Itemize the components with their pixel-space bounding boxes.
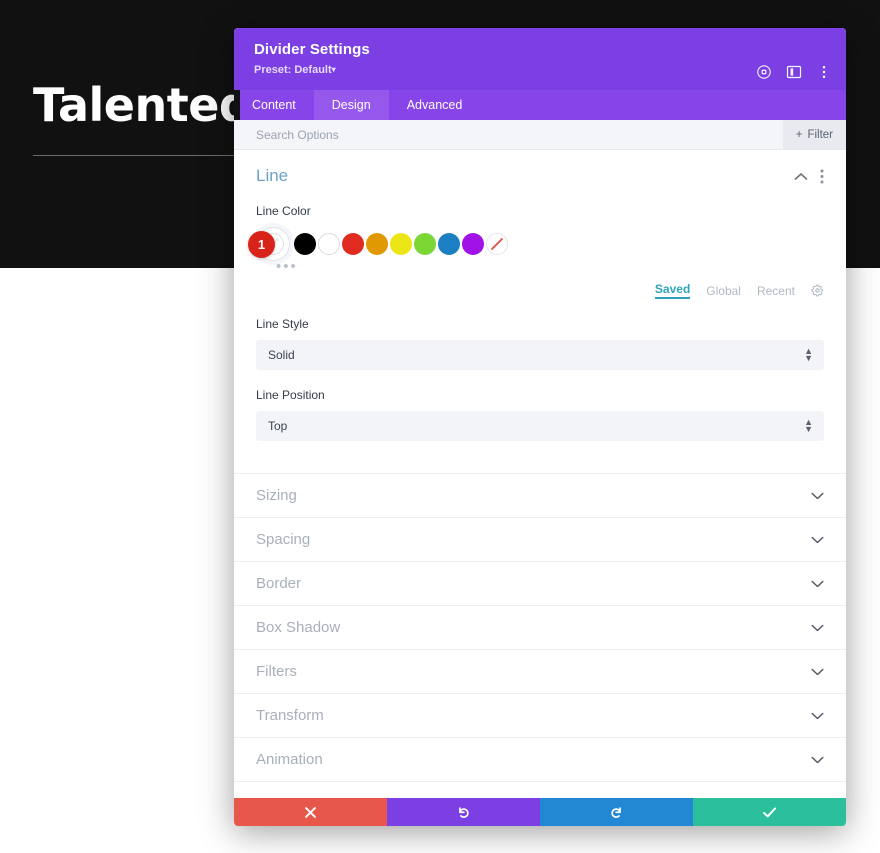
swatch-red[interactable] [342,233,364,255]
close-icon [305,806,316,818]
swatch-black[interactable] [294,233,316,255]
panel-layout-icon[interactable] [786,64,802,80]
preset-caret-icon: ▾ [331,65,336,74]
header-icon-group [756,64,832,80]
redo-button[interactable] [540,798,693,826]
chevron-down-icon [811,536,824,543]
tab-design[interactable]: Design [313,90,389,120]
step-badge-1: 1 [248,231,275,258]
accordion-label-spacing: Spacing [256,531,311,548]
line-section-header: Line [256,166,824,186]
accordion-item-border[interactable]: Border [234,562,846,606]
accordion-label-filters: Filters [256,663,297,680]
accordion-label-transform: Transform [256,707,324,724]
swatch-orange[interactable] [366,233,388,255]
undo-icon [459,806,469,818]
line-position-select-wrap: Top ▲ ▼ [256,411,824,441]
tab-advanced[interactable]: Advanced [389,90,481,120]
accordion-item-spacing[interactable]: Spacing [234,518,846,562]
modal-tab-bar: Content Design Advanced [234,90,846,120]
line-style-label: Line Style [256,317,309,331]
swatch-transparent[interactable] [486,233,508,255]
chevron-up-icon[interactable] [794,172,808,181]
swatch-yellow[interactable] [390,233,412,255]
chevron-down-icon [811,668,824,675]
tab-content[interactable]: Content [234,90,314,120]
palette-tab-global[interactable]: Global [706,284,741,298]
focus-target-icon[interactable] [756,64,772,80]
line-color-swatch-row: 1 [248,227,824,261]
filter-plus-icon: + [795,128,803,141]
modal-footer [234,798,846,826]
line-style-select-wrap: Solid ▲ ▼ [256,340,824,370]
accordion-label-box-shadow: Box Shadow [256,619,341,636]
palette-tab-recent[interactable]: Recent [757,284,795,298]
accordion-item-box-shadow[interactable]: Box Shadow [234,606,846,650]
modal-body: Line Line Color 1 ••• Saved Global Recen… [234,150,846,798]
chevron-down-icon [811,492,824,499]
filter-button-label: Filter [807,128,833,141]
chevron-down-icon [811,624,824,631]
undo-button[interactable] [387,798,540,826]
design-accordion-list: Sizing Spacing Border Box Shadow Filters… [234,473,846,782]
search-input[interactable] [234,126,783,143]
line-style-select[interactable]: Solid [256,340,824,370]
accordion-item-sizing[interactable]: Sizing [234,474,846,518]
accordion-label-sizing: Sizing [256,487,297,504]
accordion-item-filters[interactable]: Filters [234,650,846,694]
preset-label: Preset: Default [254,64,332,76]
chevron-down-icon [811,712,824,719]
palette-tab-saved[interactable]: Saved [654,282,691,299]
palette-tab-row: Saved Global Recent [256,282,824,299]
line-color-label: Line Color [256,204,311,218]
line-position-label: Line Position [256,388,325,402]
discard-button[interactable] [234,798,387,826]
line-section-title: Line [256,166,289,185]
swatch-purple[interactable] [462,233,484,255]
accordion-item-transform[interactable]: Transform [234,694,846,738]
more-colors-button[interactable]: ••• [276,259,824,274]
line-section: Line Line Color 1 ••• Saved Global Recen… [234,150,846,451]
gear-icon[interactable] [811,284,824,297]
divider-settings-modal: Divider Settings Preset: Default▾ Conten… [234,28,846,826]
filter-button[interactable]: + Filter [782,120,846,149]
modal-title: Divider Settings [254,41,370,58]
line-section-tools [794,169,824,184]
search-row: + Filter [234,120,846,150]
accordion-label-animation: Animation [256,751,323,768]
chevron-down-icon [811,756,824,763]
accordion-label-border: Border [256,575,302,592]
line-section-menu-icon[interactable] [820,169,824,184]
chevron-down-icon [811,580,824,587]
redo-icon [611,806,621,818]
save-button[interactable] [693,798,846,826]
preset-selector[interactable]: Preset: Default▾ [254,62,828,79]
swatch-blue[interactable] [438,233,460,255]
swatch-white[interactable] [318,233,340,255]
accordion-item-animation[interactable]: Animation [234,738,846,782]
swatch-green[interactable] [414,233,436,255]
modal-header: Divider Settings Preset: Default▾ [234,28,846,90]
line-position-select[interactable]: Top [256,411,824,441]
vertical-dots-icon[interactable] [816,64,832,80]
check-icon [762,806,777,817]
